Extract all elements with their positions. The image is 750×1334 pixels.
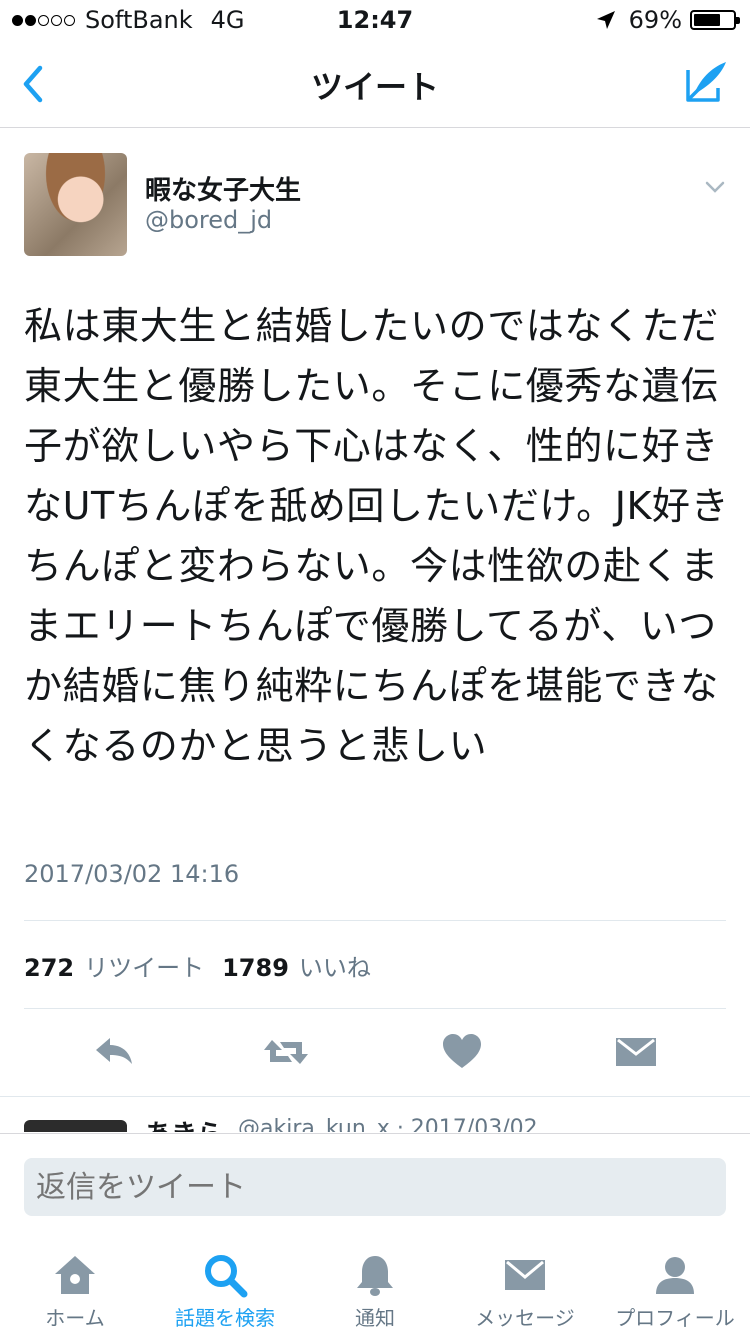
reply-icon[interactable] <box>92 1032 136 1072</box>
user-handle[interactable]: @bored_jd <box>145 206 272 234</box>
tab-home[interactable]: ホーム <box>0 1240 150 1334</box>
tab-bar: ホーム 話題を検索 通知 メッセージ プロフィール <box>0 1240 750 1334</box>
bell-icon <box>357 1256 393 1296</box>
retweet-label[interactable]: リツイート <box>84 948 204 983</box>
chevron-down-icon[interactable] <box>704 176 726 198</box>
tweet-actions <box>0 1020 750 1090</box>
tab-label: 通知 <box>355 1306 395 1330</box>
page-title: ツイート <box>310 68 439 106</box>
like-count[interactable]: 1789 <box>222 954 289 982</box>
divider <box>24 1008 726 1009</box>
direct-message-icon[interactable] <box>614 1032 658 1072</box>
avatar[interactable] <box>24 153 127 256</box>
reply-tweet-preview[interactable]: あきら @akira_kun_x · 2017/03/02 <box>0 1110 750 1132</box>
navigation-bar: ツイート <box>0 40 750 128</box>
avatar[interactable] <box>24 1120 127 1132</box>
reply-user-name: あきら <box>145 1114 223 1132</box>
location-arrow-icon <box>596 11 615 29</box>
tab-search[interactable]: 話題を検索 <box>150 1240 300 1334</box>
compose-tweet-icon[interactable] <box>684 58 728 106</box>
divider <box>24 920 726 921</box>
retweet-count[interactable]: 272 <box>24 954 74 982</box>
tab-notifications[interactable]: 通知 <box>300 1240 450 1334</box>
tweet-timestamp: 2017/03/02 14:16 <box>24 860 240 888</box>
battery-icon <box>690 10 740 30</box>
reply-input[interactable] <box>24 1158 726 1216</box>
battery-percent: 69% <box>628 6 682 34</box>
retweet-icon[interactable] <box>262 1032 310 1072</box>
tab-label: 話題を検索 <box>175 1306 275 1330</box>
tab-label: ホーム <box>45 1306 105 1330</box>
like-label[interactable]: いいね <box>299 948 371 983</box>
divider <box>0 1096 750 1097</box>
profile-icon <box>656 1257 694 1294</box>
tab-messages[interactable]: メッセージ <box>450 1240 600 1334</box>
tweet-stats: 272 リツイート 1789 いいね <box>24 948 389 983</box>
status-bar: SoftBank 4G 12:47 69% <box>0 0 750 40</box>
envelope-icon <box>505 1260 545 1290</box>
reply-bar <box>0 1133 750 1233</box>
tab-label: メッセージ <box>475 1306 575 1330</box>
home-icon <box>55 1256 95 1294</box>
tweet-text: 私は東大生と結婚したいのではなくただ東大生と優勝したい。そこに優秀な遺伝子が欲し… <box>24 304 730 768</box>
user-display-name[interactable]: 暇な女子大生 <box>145 170 301 207</box>
tab-profile[interactable]: プロフィール <box>600 1240 750 1334</box>
heart-icon[interactable] <box>440 1032 484 1072</box>
reply-user-meta: @akira_kun_x · 2017/03/02 <box>238 1116 538 1132</box>
search-icon <box>205 1255 248 1298</box>
tab-label: プロフィール <box>615 1306 735 1330</box>
